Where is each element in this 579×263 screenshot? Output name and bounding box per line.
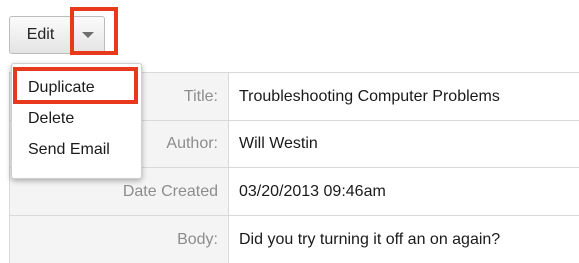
action-button-group: Edit [9,16,105,54]
menu-item-duplicate[interactable]: Duplicate [12,72,141,103]
detail-row-body: Body: Did you try turning it off an on a… [10,216,579,263]
field-value-date-created: 03/20/2013 09:46am [239,182,386,200]
field-value-title: Troubleshooting Computer Problems [239,87,500,105]
caret-down-icon [82,32,94,38]
record-detail-view: Edit Title: Troubleshooting Computer Pro… [0,0,579,263]
menu-item-send-email[interactable]: Send Email [12,134,141,165]
field-value-author: Will Westin [239,135,318,152]
edit-button[interactable]: Edit [9,16,71,54]
field-value-body: Did you try turning it off an on again? [239,231,501,248]
actions-dropdown-toggle[interactable] [71,16,105,54]
field-label-body: Body: [10,216,229,263]
menu-item-delete[interactable]: Delete [12,103,141,134]
actions-dropdown-menu: Duplicate Delete Send Email [11,63,142,179]
